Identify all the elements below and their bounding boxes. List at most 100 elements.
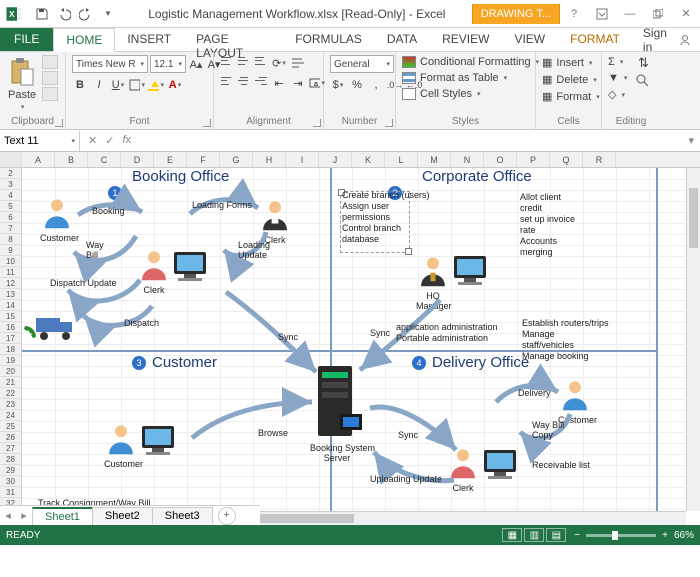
tab-file[interactable]: FILE (0, 28, 53, 51)
sheet-canvas[interactable]: 1Booking Office 2Corporate Office 3Custo… (22, 168, 686, 511)
insert-cells-button[interactable]: ▦Insert▾ (542, 55, 600, 70)
align-middle-button[interactable] (237, 55, 251, 67)
tab-insert[interactable]: INSERT (115, 28, 184, 51)
find-select-button[interactable] (635, 73, 651, 89)
row-8[interactable]: 8 (0, 234, 21, 245)
col-R[interactable]: R (583, 152, 616, 167)
zoom-in-icon[interactable]: + (662, 530, 668, 541)
close-icon[interactable]: ✕ (672, 3, 700, 25)
view-page-break-icon[interactable]: ▤ (546, 528, 566, 542)
font-launcher-icon[interactable] (203, 119, 211, 127)
row-13[interactable]: 13 (0, 289, 21, 300)
sheet-nav-next-icon[interactable]: ▸ (16, 509, 32, 522)
vscroll-thumb[interactable] (689, 188, 698, 248)
align-center-button[interactable] (237, 75, 251, 87)
format-painter-button[interactable] (42, 87, 58, 101)
context-tab-drawing-tools[interactable]: DRAWING T... (472, 4, 560, 24)
row-22[interactable]: 22 (0, 388, 21, 399)
row-10[interactable]: 10 (0, 256, 21, 267)
tab-home[interactable]: HOME (53, 28, 115, 52)
workflow-diagram[interactable]: 1Booking Office 2Corporate Office 3Custo… (22, 168, 686, 511)
align-right-button[interactable] (254, 75, 268, 87)
row-29[interactable]: 29 (0, 465, 21, 476)
increase-font-icon[interactable]: A▴ (188, 56, 204, 72)
zoom-slider[interactable] (586, 534, 656, 537)
sheet-tab-2[interactable]: Sheet2 (92, 507, 153, 524)
row-27[interactable]: 27 (0, 443, 21, 454)
col-C[interactable]: C (88, 152, 121, 167)
row-7[interactable]: 7 (0, 223, 21, 234)
col-G[interactable]: G (220, 152, 253, 167)
qat-customize-icon[interactable]: ▼ (100, 6, 116, 22)
tab-data[interactable]: DATA (375, 28, 430, 51)
row-31[interactable]: 31 (0, 487, 21, 498)
comma-format-button[interactable]: , (368, 77, 384, 93)
tab-page-layout[interactable]: PAGE LAYOUT (184, 28, 283, 51)
vertical-scrollbar[interactable] (686, 168, 700, 511)
number-format-select[interactable]: General▾ (330, 55, 394, 73)
formula-input[interactable] (139, 131, 682, 151)
col-F[interactable]: F (187, 152, 220, 167)
cell-styles-button[interactable]: Cell Styles▾ (402, 87, 480, 101)
row-21[interactable]: 21 (0, 377, 21, 388)
restore-icon[interactable] (644, 3, 672, 25)
copy-button[interactable] (42, 71, 58, 85)
view-page-layout-icon[interactable]: ▥ (524, 528, 544, 542)
row-3[interactable]: 3 (0, 179, 21, 190)
row-14[interactable]: 14 (0, 300, 21, 311)
minimize-icon[interactable]: — (616, 3, 644, 25)
row-4[interactable]: 4 (0, 190, 21, 201)
row-5[interactable]: 5 (0, 201, 21, 212)
sheet-tab-1[interactable]: Sheet1 (32, 507, 93, 525)
col-M[interactable]: M (418, 152, 451, 167)
align-top-button[interactable] (220, 55, 234, 67)
col-I[interactable]: I (286, 152, 319, 167)
align-bottom-button[interactable] (254, 55, 268, 67)
increase-indent-button[interactable]: ⇥ (290, 75, 306, 91)
accounting-format-button[interactable]: $▾ (330, 77, 346, 93)
row-30[interactable]: 30 (0, 476, 21, 487)
sort-filter-button[interactable]: ⇅ (635, 55, 651, 71)
col-O[interactable]: O (484, 152, 517, 167)
row-20[interactable]: 20 (0, 366, 21, 377)
zoom-value[interactable]: 66% (674, 530, 694, 541)
fx-icon[interactable]: fx (122, 134, 131, 147)
sheet-nav-prev-icon[interactable]: ◂ (0, 509, 16, 522)
col-P[interactable]: P (517, 152, 550, 167)
row-6[interactable]: 6 (0, 212, 21, 223)
sheet-tab-3[interactable]: Sheet3 (152, 507, 213, 524)
align-left-button[interactable] (220, 75, 234, 87)
sign-in-link[interactable]: Sign in (633, 28, 700, 51)
underline-button[interactable]: U▾ (110, 77, 126, 93)
col-D[interactable]: D (121, 152, 154, 167)
alignment-launcher-icon[interactable] (313, 119, 321, 127)
name-box[interactable]: Text 11▾ (0, 131, 80, 151)
row-15[interactable]: 15 (0, 311, 21, 322)
col-L[interactable]: L (385, 152, 418, 167)
row-9[interactable]: 9 (0, 245, 21, 256)
zoom-out-icon[interactable]: − (574, 530, 580, 541)
enter-formula-icon[interactable]: ✓ (105, 134, 114, 147)
italic-button[interactable]: I (91, 77, 107, 93)
format-cells-button[interactable]: ▦Format▾ (542, 89, 600, 104)
row-2[interactable]: 2 (0, 168, 21, 179)
delete-cells-button[interactable]: ▦Delete▾ (542, 72, 600, 87)
col-B[interactable]: B (55, 152, 88, 167)
select-all-triangle[interactable] (0, 152, 22, 167)
percent-format-button[interactable]: % (349, 77, 365, 93)
view-normal-icon[interactable]: ▦ (502, 528, 522, 542)
help-icon[interactable]: ? (560, 3, 588, 25)
orientation-button[interactable]: ⟳▾ (271, 55, 287, 71)
col-N[interactable]: N (451, 152, 484, 167)
col-J[interactable]: J (319, 152, 352, 167)
fill-color-button[interactable]: ▾ (148, 77, 164, 93)
col-K[interactable]: K (352, 152, 385, 167)
qat-redo-icon[interactable] (78, 6, 94, 22)
col-A[interactable]: A (22, 152, 55, 167)
row-25[interactable]: 25 (0, 421, 21, 432)
row-12[interactable]: 12 (0, 278, 21, 289)
new-sheet-button[interactable]: + (218, 507, 236, 525)
clipboard-launcher-icon[interactable] (55, 119, 63, 127)
row-24[interactable]: 24 (0, 410, 21, 421)
font-size-select[interactable]: 12.1▾ (150, 55, 186, 73)
